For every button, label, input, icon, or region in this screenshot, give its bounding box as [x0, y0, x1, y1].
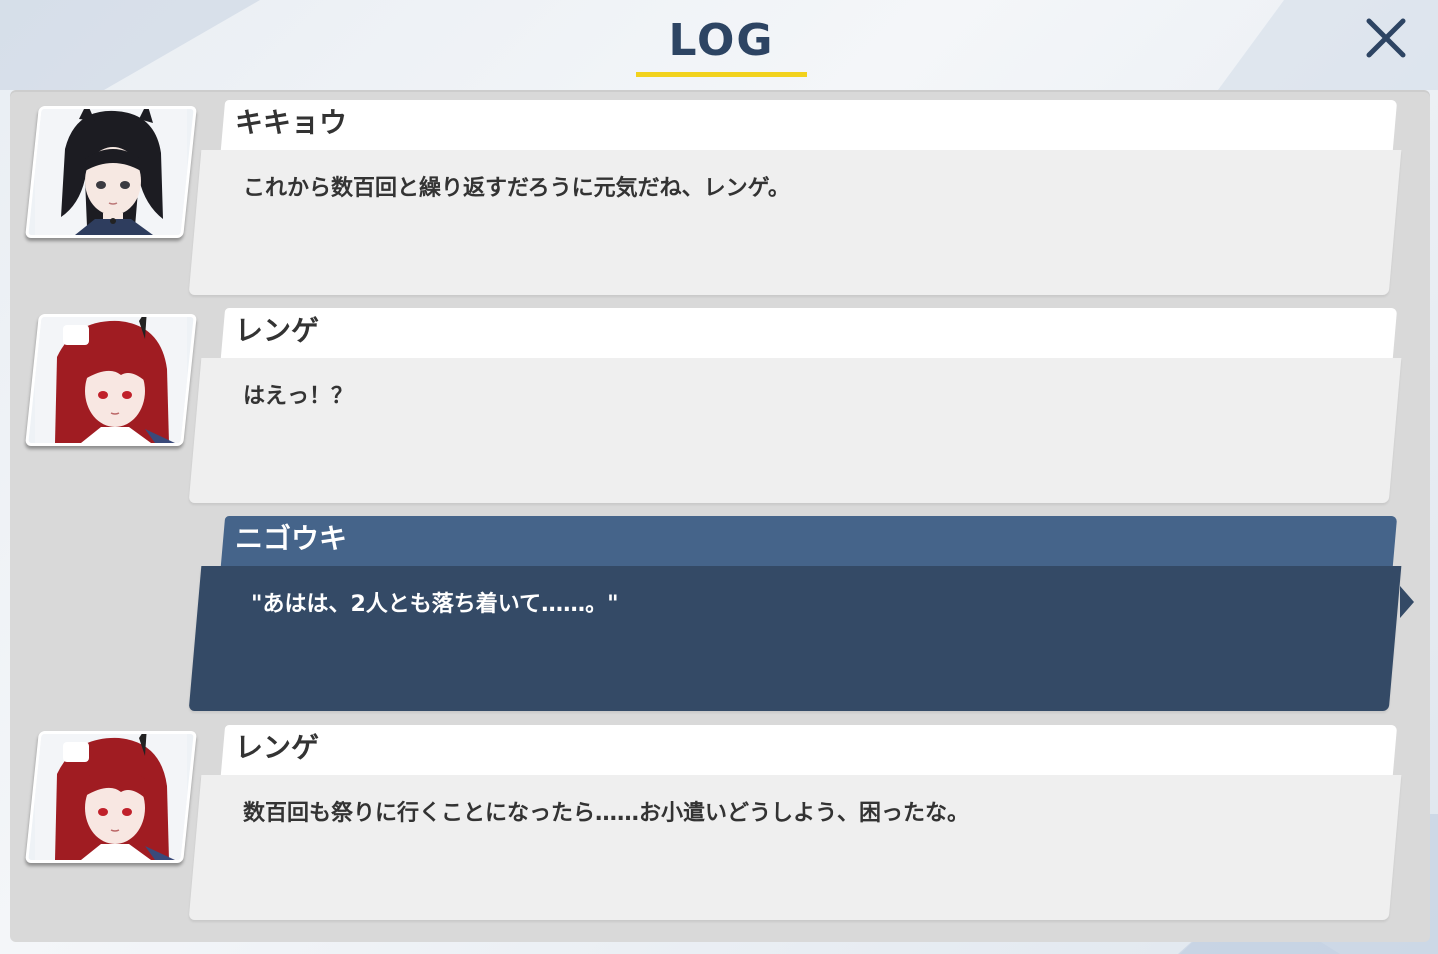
speaker-name-bar: [220, 308, 1398, 358]
message-text: 数百回も祭りに行くことになったら……お小遣いどうしよう、困ったな。: [243, 801, 970, 826]
page-title: LOG: [668, 15, 775, 66]
log-entry: レンゲ はえっ！？: [10, 298, 1430, 503]
bubble-pointer: [203, 378, 217, 406]
speaker-name: ニゴウキ: [235, 522, 348, 555]
kikyou-avatar: [25, 106, 197, 238]
bubble-pointer: [203, 170, 217, 198]
message-bubble: レンゲ はえっ！？: [188, 308, 1405, 503]
log-header: LOG: [0, 0, 1438, 80]
renge-avatar: [25, 731, 197, 863]
speaker-name: レンゲ: [235, 731, 320, 764]
log-entry: キキョウ これから数百回と繰り返すだろうに元気だね、レンゲ。: [10, 90, 1430, 295]
renge-avatar: [25, 314, 197, 446]
title-underline: [636, 72, 807, 77]
log-entry: レンゲ 数百回も祭りに行くことになったら……お小遣いどうしよう、困ったな。: [10, 715, 1430, 920]
message-bubble: キキョウ これから数百回と繰り返すだろうに元気だね、レンゲ。: [188, 100, 1405, 295]
message-box: [188, 358, 1402, 503]
message-text: これから数百回と繰り返すだろうに元気だね、レンゲ。: [243, 176, 790, 201]
bubble-pointer: [1400, 586, 1414, 618]
speaker-name-bar: [220, 725, 1398, 775]
log-panel[interactable]: キキョウ これから数百回と繰り返すだろうに元気だね、レンゲ。 レンゲ はえっ！？…: [10, 90, 1430, 942]
bubble-pointer: [203, 795, 217, 823]
message-bubble: レンゲ 数百回も祭りに行くことになったら……お小遣いどうしよう、困ったな。: [188, 725, 1405, 920]
speaker-name-bar: [220, 516, 1398, 566]
speaker-name: レンゲ: [235, 314, 320, 347]
close-button[interactable]: [1362, 14, 1410, 62]
close-icon: [1366, 18, 1406, 58]
log-entry-player: ニゴウキ "あはは、2人とも落ち着いて……。": [10, 506, 1430, 711]
message-text: "あはは、2人とも落ち着いて……。": [251, 592, 619, 617]
speaker-name: キキョウ: [235, 106, 348, 139]
message-text: はえっ！？: [243, 384, 354, 409]
message-bubble: ニゴウキ "あはは、2人とも落ち着いて……。": [188, 516, 1414, 711]
speaker-name-bar: [220, 100, 1398, 150]
